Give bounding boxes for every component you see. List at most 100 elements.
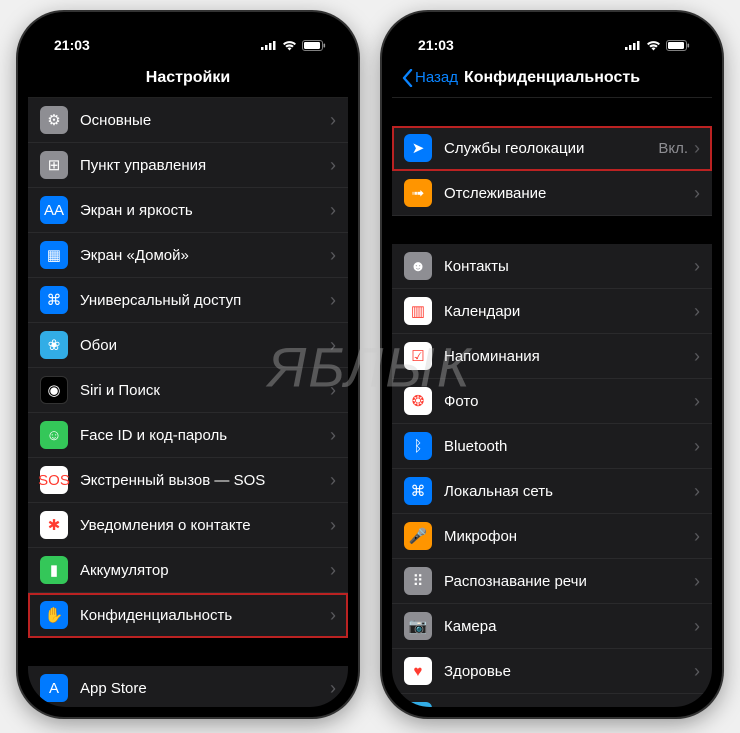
settings-row[interactable]: ➤Службы геолокацииВкл.› [392, 126, 712, 171]
back-button[interactable]: Назад [402, 69, 458, 87]
settings-row[interactable]: ➟Отслеживание› [392, 171, 712, 216]
chevron-right-icon: › [330, 605, 336, 626]
row-label: Siri и Поиск [80, 382, 330, 399]
row-label: Здоровье [444, 663, 694, 680]
settings-row[interactable]: ⌘ Локальная сеть› [392, 469, 712, 514]
row-label: Календари [444, 303, 694, 320]
row-label: Распознавание речи [444, 573, 694, 590]
settings-row[interactable]: ☑Напоминания› [392, 334, 712, 379]
notch [113, 22, 263, 46]
row-label: Конфиденциальность [80, 607, 330, 624]
calendar-icon: ▥ [404, 297, 432, 325]
row-label: Bluetooth [444, 438, 694, 455]
page-title: Конфиденциальность [464, 69, 640, 87]
chevron-right-icon: › [694, 616, 700, 637]
chevron-right-icon: › [694, 256, 700, 277]
row-label: Экран и яркость [80, 202, 330, 219]
faceid-icon: ☺ [40, 421, 68, 449]
group-gap [392, 98, 712, 126]
bluetooth-icon: ᛒ [404, 432, 432, 460]
settings-row[interactable]: 🎤Микрофон› [392, 514, 712, 559]
settings-row[interactable]: ▮ Аккумулятор› [28, 548, 348, 593]
reminders-icon: ☑ [404, 342, 432, 370]
status-icons [261, 40, 326, 51]
battery-icon [302, 40, 326, 51]
row-label: Службы геолокации [444, 140, 658, 157]
settings-row[interactable]: ▥Календари› [392, 289, 712, 334]
row-label: Локальная сеть [444, 483, 694, 500]
photos-icon: ❂ [404, 387, 432, 415]
settings-row[interactable]: 📷Камера› [392, 604, 712, 649]
chevron-right-icon: › [694, 706, 700, 708]
chevron-right-icon: › [330, 110, 336, 131]
privacy-list[interactable]: ➤ Службы геолокацииВкл. › ➟Отслеживание› ☻Ко… [392, 98, 712, 707]
settings-row[interactable]: ⌘Универсальный доступ› [28, 278, 348, 323]
settings-row[interactable]: ▦Экран «Домой»› [28, 233, 348, 278]
settings-row[interactable]: ❀Обои› [28, 323, 348, 368]
row-detail: Вкл. [658, 140, 688, 157]
battery-icon: ▮ [40, 556, 68, 584]
wifi-icon [282, 40, 297, 51]
screen-right: 21:03 Назад Конфиденциальность ➤ Службы г… [392, 22, 712, 707]
row-label: Универсальный доступ [80, 292, 330, 309]
settings-row[interactable]: ✱Уведомления о контакте› [28, 503, 348, 548]
time: 21:03 [418, 37, 454, 53]
settings-row[interactable]: SOSЭкстренный вызов — SOS› [28, 458, 348, 503]
privacy-icon: ✋ [40, 601, 68, 629]
row-label: Экстренный вызов — SOS [80, 472, 330, 489]
row-label: Фото [444, 393, 694, 410]
settings-row[interactable]: ◉Siri и Поиск› [28, 368, 348, 413]
speech-icon: ⠿ [404, 567, 432, 595]
settings-row[interactable]: AA Экран и яркость› [28, 188, 348, 233]
settings-row[interactable]: ⊞ Пункт управления› [28, 143, 348, 188]
screen-left: 21:03 Настройки ⚙︎Основные›⊞Пункт управл… [28, 22, 348, 707]
chevron-right-icon: › [330, 515, 336, 536]
health-icon: ♥ [404, 657, 432, 685]
notch [477, 22, 627, 46]
battery-icon [666, 40, 690, 51]
settings-row[interactable]: ✋ Конфиденциальность› [28, 593, 348, 638]
row-label: Обои [80, 337, 330, 354]
settings-row[interactable]: ⌘Данные датчиков и использования› [392, 694, 712, 707]
chevron-right-icon: › [694, 481, 700, 502]
control-center-icon: ⊞ [40, 151, 68, 179]
status-icons [625, 40, 690, 51]
chevron-right-icon: › [694, 346, 700, 367]
row-label: Аккумулятор [80, 562, 330, 579]
chevron-right-icon: › [330, 155, 336, 176]
time: 21:03 [54, 37, 90, 53]
gear-icon: ⚙︎ [40, 106, 68, 134]
signal-icon [625, 40, 641, 50]
wallpaper-icon: ❀ [40, 331, 68, 359]
settings-row[interactable]: ⚙︎ Основные› [28, 98, 348, 143]
settings-row[interactable]: ⠿ Распознавание речи› [392, 559, 712, 604]
phone-left: 21:03 Настройки ⚙︎Основные›⊞Пункт управл… [18, 12, 358, 717]
chevron-right-icon: › [330, 425, 336, 446]
settings-row[interactable]: ᛒBluetooth› [392, 424, 712, 469]
chevron-right-icon: › [694, 571, 700, 592]
settings-row[interactable]: ☺ Face ID и код-пароль› [28, 413, 348, 458]
home-screen-icon: ▦ [40, 241, 68, 269]
chevron-right-icon: › [330, 245, 336, 266]
row-label: Face ID и код-пароль [80, 427, 330, 444]
chevron-right-icon: › [330, 200, 336, 221]
contacts-icon: ☻ [404, 252, 432, 280]
settings-row[interactable]: ♥Здоровье› [392, 649, 712, 694]
row-label: Камера [444, 618, 694, 635]
settings-row[interactable]: ☻Контакты› [392, 244, 712, 289]
row-label: Пункт управления [80, 157, 330, 174]
row-label: Основные [80, 112, 330, 129]
settings-list[interactable]: ⚙︎Основные›⊞Пункт управления›AAЭкран и я… [28, 98, 348, 707]
localnet-icon: ⌘ [404, 477, 432, 505]
location-icon: ➤ [404, 134, 432, 162]
display-icon: AA [40, 196, 68, 224]
back-label: Назад [415, 69, 458, 86]
settings-row[interactable]: ❂Фото› [392, 379, 712, 424]
navbar-left: Настройки [28, 58, 348, 98]
chevron-right-icon: › [330, 470, 336, 491]
settings-row[interactable]: AApp Store› [28, 666, 348, 707]
chevron-right-icon: › [330, 560, 336, 581]
row-label: App Store [80, 680, 330, 697]
exposure-icon: ✱ [40, 511, 68, 539]
chevron-left-icon [402, 69, 413, 87]
